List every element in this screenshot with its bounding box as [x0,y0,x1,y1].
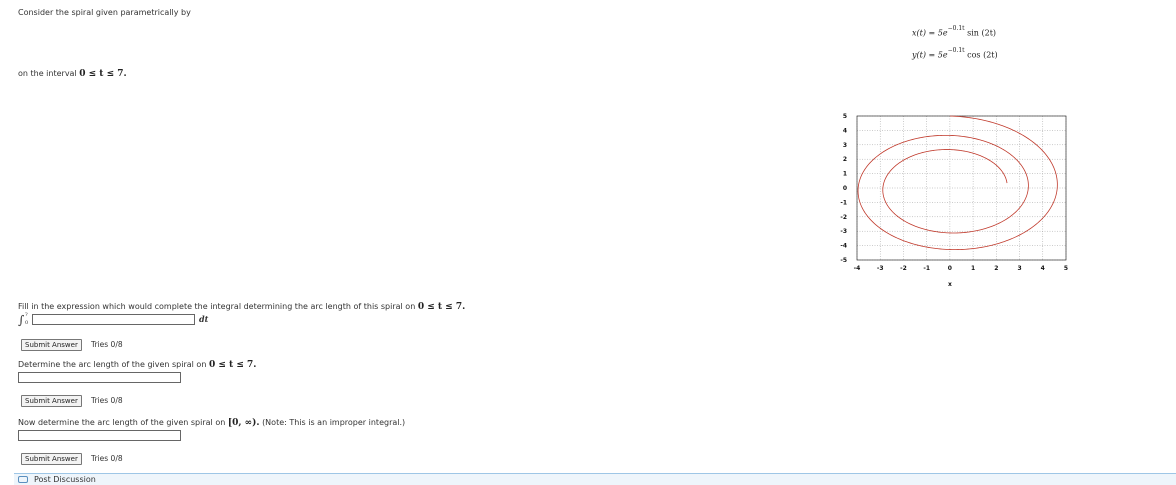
submit-answer-button-2[interactable]: Submit Answer [21,395,82,407]
y-tick-label: 0 [843,185,847,192]
integral-lower: 0 [25,320,29,326]
y-tick-label: -4 [840,243,847,250]
interval-line: on the interval 0 ≤ t ≤ 7. [18,69,127,79]
question-2-prompt-line: Determine the arc length of the given sp… [18,360,256,370]
question-2-math: 0 ≤ t ≤ 7. [208,360,257,370]
formula-y: y(t) = 5e−0.1t cos (2t) [912,47,998,60]
y-tick-label: -2 [840,214,847,221]
question-3-note: (Note: This is an improper integral.) [262,418,406,427]
x-tick-label: 4 [1041,265,1045,272]
submit-answer-button-1[interactable]: Submit Answer [21,339,82,351]
dt-label: dt [199,314,209,324]
formula-y-rhs: cos (2t) [967,50,998,60]
question-1-prompt: Fill in the expression which would compl… [18,302,416,311]
formula-x-rhs: sin (2t) [967,28,997,38]
question-3-prompt-line: Now determine the arc length of the give… [18,418,405,428]
formula-y-lhs: y(t) = 5e [912,50,948,60]
formula-y-exp: −0.1t [947,47,965,54]
x-tick-label: -3 [877,265,884,272]
x-tick-label: -2 [900,265,907,272]
y-tick-label: 2 [843,156,847,163]
x-tick-label: 5 [1064,265,1068,272]
question-1-math: 0 ≤ t ≤ 7. [417,302,466,312]
integrand-input[interactable] [32,314,195,325]
interval-math: 0 ≤ t ≤ 7. [79,69,127,79]
x-tick-label: 1 [971,265,975,272]
discussion-icon [18,476,28,483]
spiral-curve [857,115,1058,251]
y-tick-label: -3 [840,228,847,235]
tries-counter-3: Tries 0/8 [91,454,123,463]
tries-counter-2: Tries 0/8 [91,396,123,405]
x-tick-label: 2 [994,265,998,272]
y-tick-label: 1 [843,171,847,178]
arc-length-input[interactable] [18,372,181,383]
tries-counter-1: Tries 0/8 [91,340,123,349]
post-discussion-label: Post Discussion [34,475,96,484]
intro-text: Consider the spiral given parametrically… [18,8,191,17]
integral-sign: ∫ [18,313,25,327]
spiral-chart: -4 -3 -2 -1 0 1 2 3 4 5 5 4 3 2 1 0 -1 -2 -3 -4 -5 x [840,113,1068,288]
x-tick-label: -4 [854,265,861,272]
question-3-prompt: Now determine the arc length of the give… [18,418,226,427]
y-tick-label: 4 [843,127,847,134]
formula-x-exp: −0.1t [947,25,965,32]
y-tick-label: -1 [840,199,847,206]
chart-grid [856,115,1067,261]
x-tick-labels: -4 -3 -2 -1 0 1 2 3 4 5 [854,265,1068,272]
x-axis-label: x [948,281,952,288]
formula-x-lhs: x(t) = 5e [912,28,948,38]
x-tick-label: 3 [1017,265,1021,272]
y-tick-label: 5 [843,113,847,120]
y-tick-label: -5 [840,257,847,264]
y-tick-labels: 5 4 3 2 1 0 -1 -2 -3 -4 -5 [840,113,847,264]
submit-answer-button-3[interactable]: Submit Answer [21,453,82,465]
interval-prefix: on the interval [18,69,77,78]
question-3-math: [0, ∞). [227,418,260,428]
integral-upper: ? [25,312,28,318]
post-discussion-bar[interactable]: Post Discussion [14,473,1176,485]
x-tick-label: -1 [923,265,930,272]
improper-arc-length-input[interactable] [18,430,181,441]
question-2-prompt: Determine the arc length of the given sp… [18,360,207,369]
question-1-prompt-line: Fill in the expression which would compl… [18,302,465,312]
formula-x: x(t) = 5e−0.1t sin (2t) [912,25,997,38]
y-tick-label: 3 [843,142,847,149]
x-tick-label: 0 [948,265,952,272]
